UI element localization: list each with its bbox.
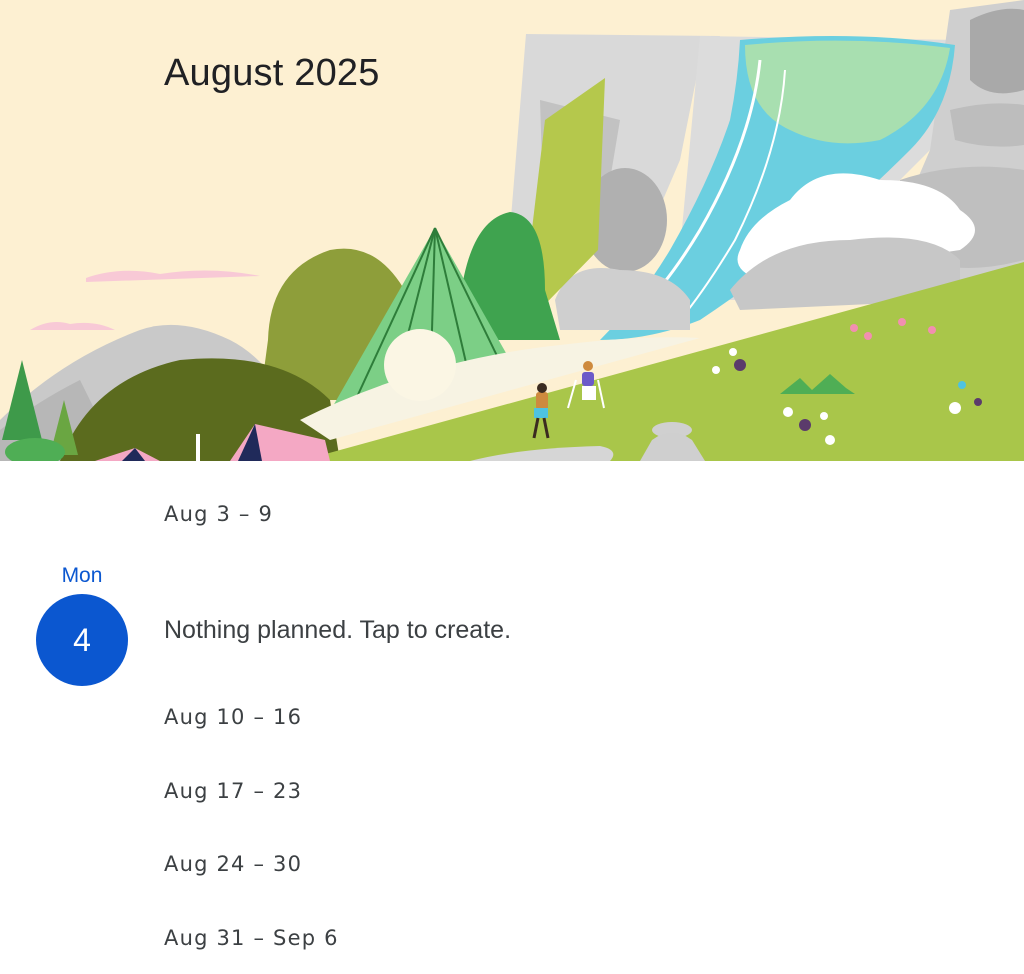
week-label: Aug 10 – 16	[164, 705, 303, 729]
nothing-planned-prompt[interactable]: Nothing planned. Tap to create.	[164, 616, 511, 645]
week-label: Aug 24 – 30	[164, 852, 303, 876]
calendar-schedule-view: August 2025 Aug 3 – 9 Mon 4 Nothing plan…	[0, 0, 1024, 974]
week-label: Aug 31 – Sep 6	[164, 926, 339, 950]
day-row-today[interactable]: Mon 4 Nothing planned. Tap to create.	[0, 560, 1024, 690]
month-illustration	[0, 0, 1024, 461]
month-title: August 2025	[164, 52, 380, 94]
today-date-circle[interactable]: 4	[36, 594, 128, 686]
week-label: Aug 3 – 9	[164, 502, 274, 526]
week-label: Aug 17 – 23	[164, 779, 303, 803]
day-name: Mon	[61, 564, 103, 587]
month-banner: August 2025	[0, 0, 1024, 461]
